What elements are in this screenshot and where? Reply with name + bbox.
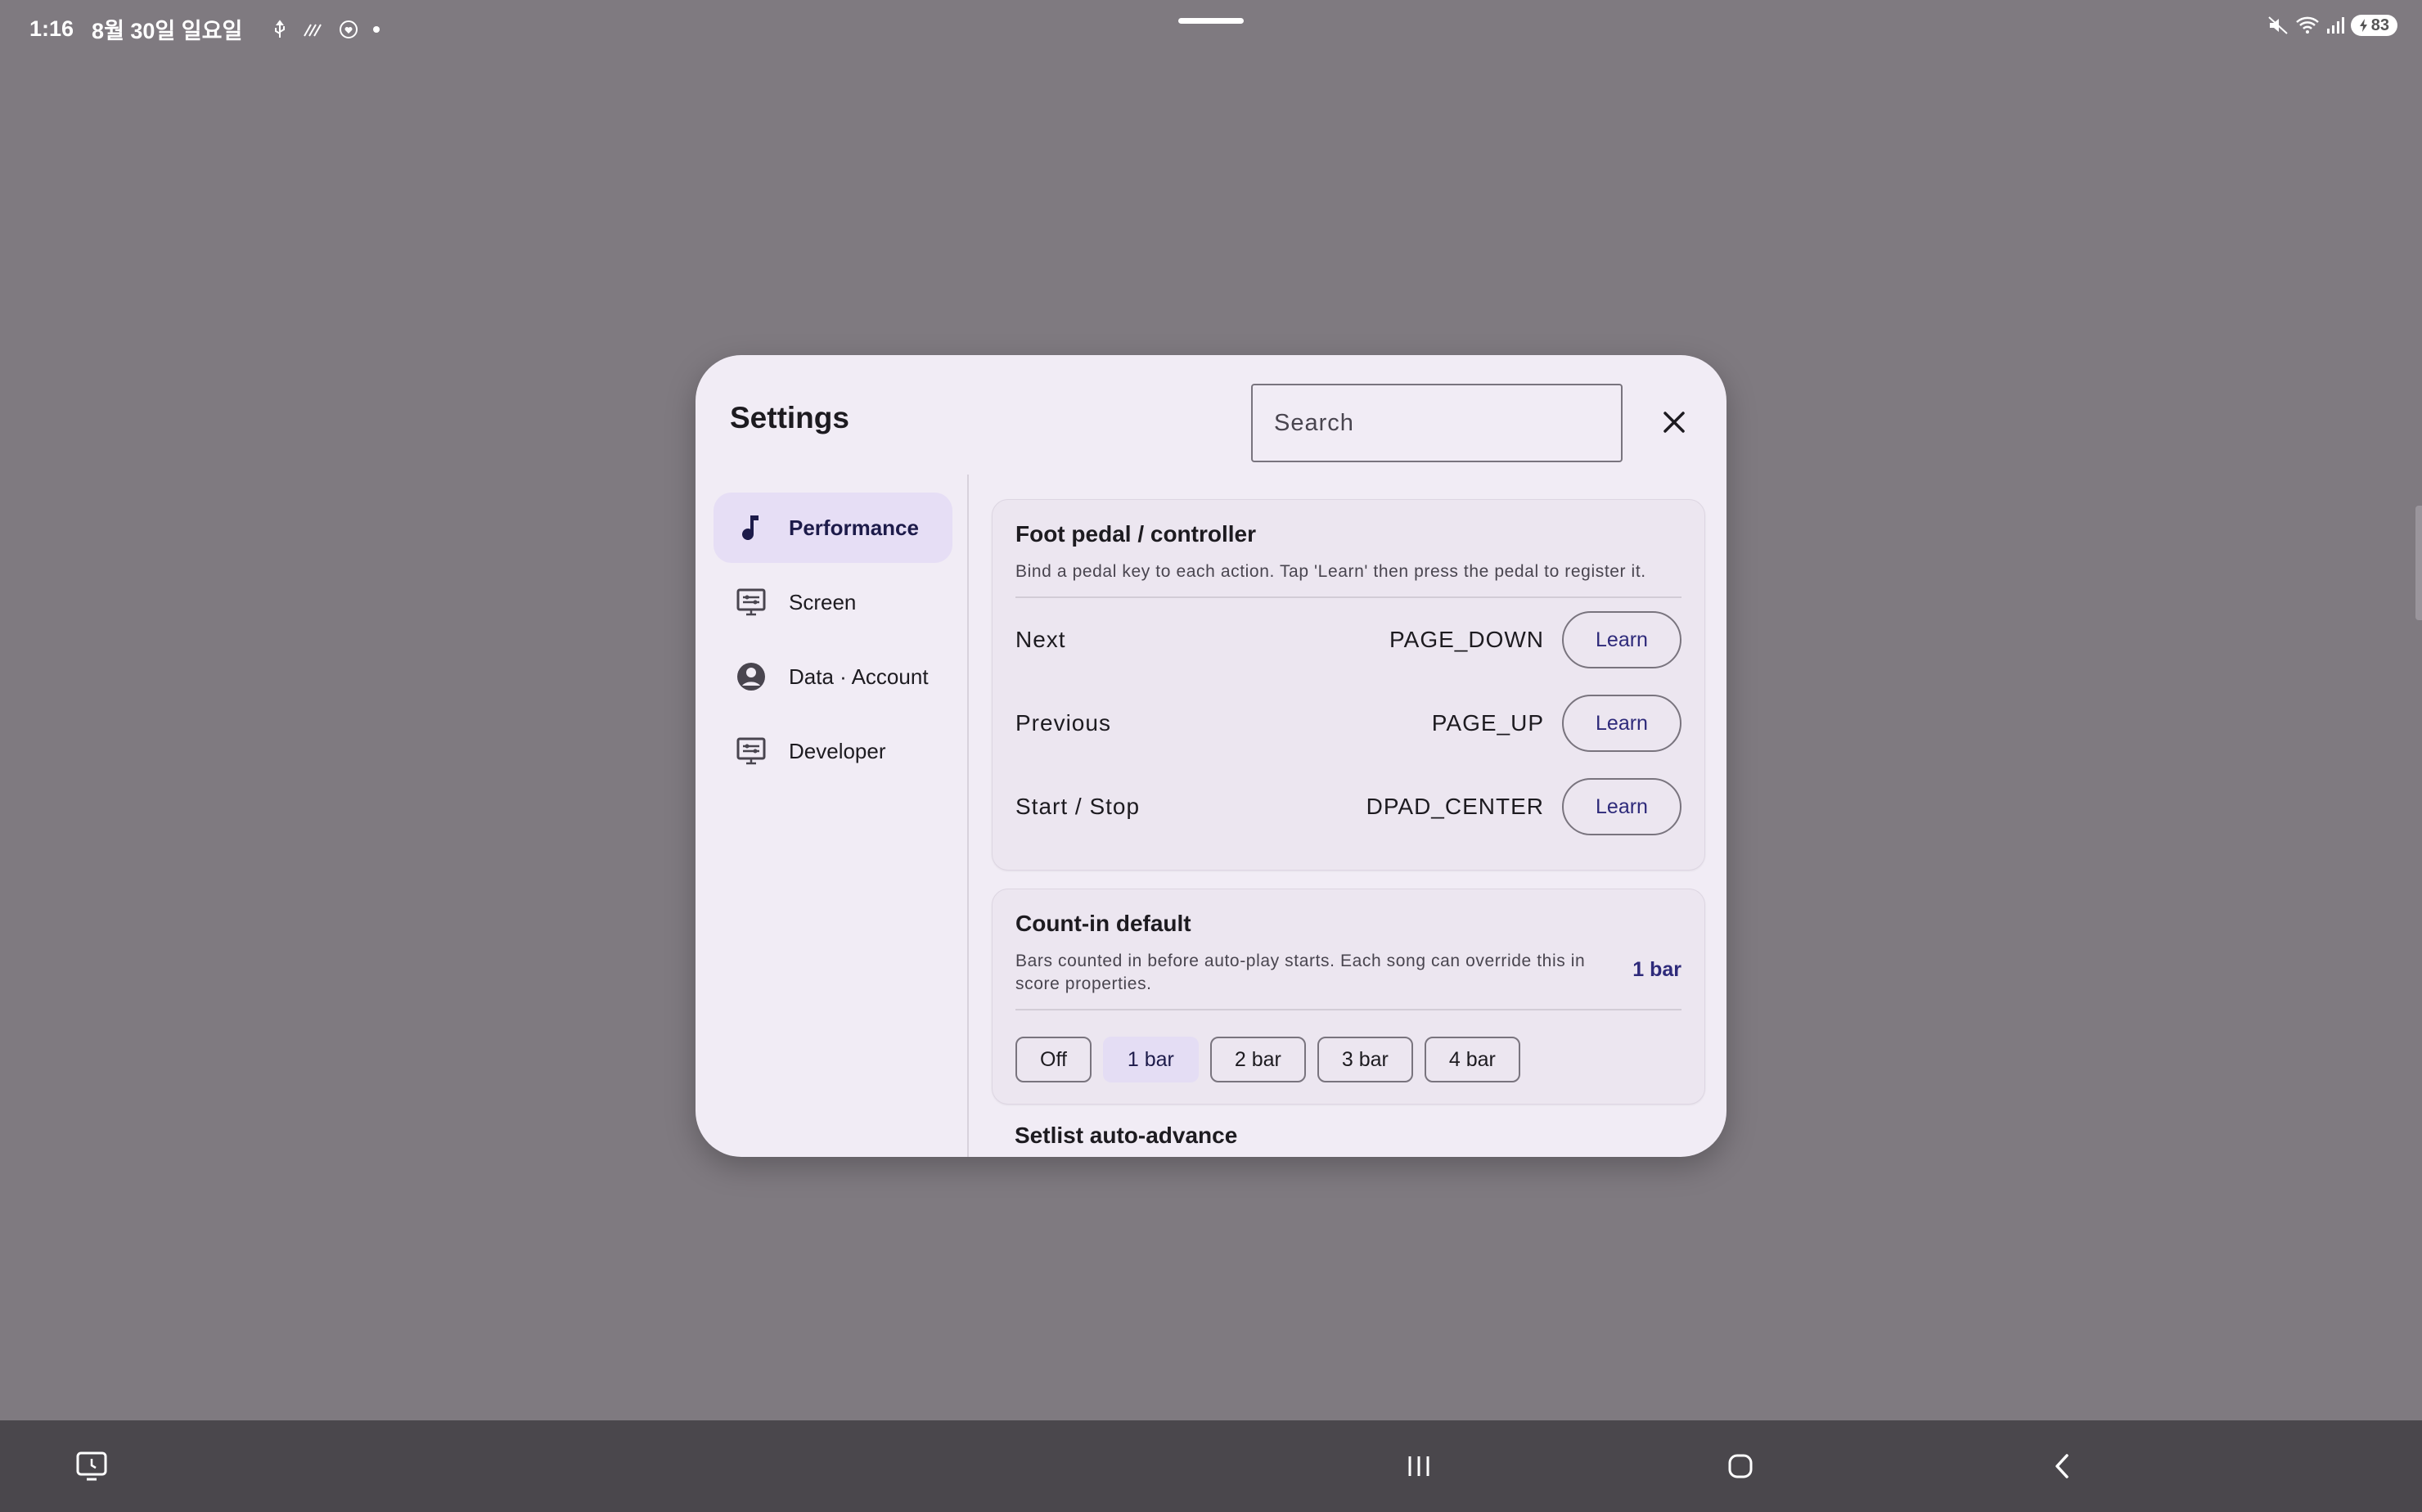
binding-action: Previous — [1015, 710, 1111, 736]
card-title: Foot pedal / controller — [1015, 521, 1257, 547]
next-section-title: Setlist auto-advance — [1015, 1123, 1238, 1147]
close-icon — [1663, 412, 1685, 433]
count-in-header: Count-in default Bars counted in before … — [1015, 911, 1681, 996]
sidebar-item-screen[interactable]: Screen — [714, 567, 952, 637]
taskbar-button[interactable] — [69, 1443, 115, 1489]
dialog-title: Settings — [730, 401, 849, 434]
recent-apps-icon — [1408, 1456, 1429, 1476]
sidebar-item-label: Data · Account — [789, 664, 929, 689]
home-icon — [1728, 1454, 1753, 1478]
signal-icon — [2326, 16, 2344, 34]
binding-action: Start / Stop — [1015, 794, 1141, 819]
binding-key: PAGE_DOWN — [1389, 627, 1544, 652]
home-button[interactable] — [1717, 1443, 1763, 1489]
status-bar: 1:16 8월 30일 일요일 83 — [0, 0, 2422, 57]
heart-badge-icon — [339, 20, 358, 39]
search-input[interactable] — [1251, 384, 1623, 462]
settings-sidebar: Performance Screen Data · Account Develo… — [714, 493, 952, 790]
usb-icon — [272, 19, 288, 39]
count-in-chip-off[interactable]: Off — [1015, 1037, 1092, 1082]
taskbar-icon — [76, 1451, 107, 1481]
status-right: 83 — [2267, 15, 2397, 36]
sidebar-item-developer[interactable]: Developer — [714, 716, 952, 786]
more-notifications-dot — [373, 25, 380, 33]
card-description: Bars counted in before auto-play starts.… — [1015, 952, 1586, 993]
learn-button-next[interactable]: Learn — [1562, 611, 1681, 668]
binding-row-start-stop: Start / Stop DPAD_CENTER Learn — [1015, 765, 1681, 848]
sidebar-item-label: Developer — [789, 738, 886, 763]
navigation-bar — [0, 1420, 2422, 1512]
binding-action: Next — [1015, 627, 1066, 652]
settings-content: Foot pedal / controller Bind a pedal key… — [992, 499, 1705, 1147]
battery-level: 83 — [2370, 16, 2389, 34]
close-button[interactable] — [1653, 401, 1695, 443]
count-in-chip-2-bar[interactable]: 2 bar — [1209, 1037, 1306, 1082]
edge-panel-handle[interactable] — [2415, 506, 2422, 620]
sidebar-item-label: Performance — [789, 515, 919, 540]
foot-pedal-card: Foot pedal / controller Bind a pedal key… — [992, 499, 1705, 871]
mute-icon — [2267, 16, 2289, 35]
card-divider — [1015, 1009, 1681, 1010]
notification-icons — [272, 19, 380, 39]
music-note-icon — [735, 511, 768, 544]
status-date: 8월 30일 일요일 — [92, 19, 243, 43]
recent-apps-button[interactable] — [1396, 1443, 1442, 1489]
count-in-text: Count-in default Bars counted in before … — [1015, 911, 1632, 996]
back-button[interactable] — [2039, 1443, 2085, 1489]
count-in-options: Off 1 bar 2 bar 3 bar 4 bar — [1015, 1037, 1681, 1082]
count-in-chip-3-bar[interactable]: 3 bar — [1317, 1037, 1413, 1082]
sidebar-item-performance[interactable]: Performance — [714, 493, 952, 563]
binding-row-previous: Previous PAGE_UP Learn — [1015, 682, 1681, 765]
display-settings-icon — [735, 735, 768, 767]
status-left: 1:16 8월 30일 일요일 — [29, 13, 380, 45]
binding-row-next: Next PAGE_DOWN Learn — [1015, 598, 1681, 682]
status-time: 1:16 — [29, 16, 74, 41]
settings-dialog: Settings Performance Screen Data · Accou… — [696, 355, 1726, 1157]
window-handle[interactable] — [1178, 18, 1244, 24]
count-in-current-value: 1 bar — [1632, 958, 1681, 981]
battery-indicator: 83 — [2350, 15, 2397, 36]
count-in-chip-4-bar[interactable]: 4 bar — [1424, 1037, 1520, 1082]
sidebar-divider — [967, 475, 969, 1157]
card-description: Bind a pedal key to each action. Tap 'Le… — [1015, 562, 1646, 581]
display-settings-icon — [735, 586, 768, 619]
back-icon — [2055, 1454, 2069, 1478]
count-in-card: Count-in default Bars counted in before … — [992, 889, 1705, 1105]
charging-icon — [2359, 19, 2367, 32]
binding-key: PAGE_UP — [1431, 710, 1544, 736]
learn-button-previous[interactable]: Learn — [1562, 695, 1681, 752]
binding-key: DPAD_CENTER — [1366, 794, 1544, 819]
card-title: Count-in default — [1015, 911, 1191, 936]
wifi-icon — [2295, 16, 2320, 35]
count-in-chip-1-bar[interactable]: 1 bar — [1102, 1037, 1199, 1082]
account-circle-icon — [735, 660, 768, 693]
sidebar-item-data-account[interactable]: Data · Account — [714, 641, 952, 712]
pen-icon — [303, 21, 324, 38]
sidebar-item-label: Screen — [789, 589, 857, 614]
learn-button-start-stop[interactable]: Learn — [1562, 778, 1681, 835]
